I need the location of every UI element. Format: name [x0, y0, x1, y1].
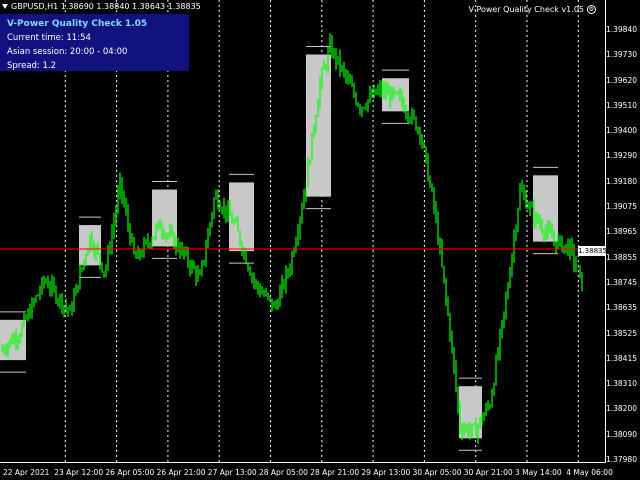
price-tick-label: 1.38090 — [605, 429, 637, 439]
time-tick-label: 29 Apr 13:00 — [361, 468, 411, 477]
time-tick-label: 23 Apr 12:00 — [54, 468, 104, 477]
price-tick-label: 1.38635 — [605, 303, 637, 313]
price-tick-label: 1.39075 — [605, 202, 637, 212]
symbol-header[interactable]: GBPUSD,H1 1.38690 1.38840 1.38643 1.3883… — [2, 2, 201, 11]
session-box — [306, 54, 331, 197]
session-info: Asian session: 20:00 - 04:00 — [7, 47, 128, 57]
indicator-name: V-Power Quality Check v1.05 ⚙ — [469, 5, 596, 14]
price-tick-label: 1.38415 — [605, 353, 637, 363]
time-tick-label: 27 Apr 13:00 — [207, 468, 257, 477]
info-panel: V-Power Quality Check 1.05 Current time:… — [0, 14, 189, 71]
time-tick-label: 4 May 06:00 — [566, 468, 613, 477]
current-time: Current time: 11:54 — [7, 33, 91, 43]
time-tick-label: 28 Apr 21:00 — [310, 468, 360, 477]
dropdown-triangle-icon[interactable] — [2, 4, 8, 9]
time-tick-label: 28 Apr 05:00 — [259, 468, 308, 477]
price-tick-label: 1.39180 — [605, 176, 637, 186]
price-tick-label: 1.39400 — [605, 126, 637, 136]
session-boxes — [0, 45, 558, 451]
price-tick-label: 1.39620 — [605, 75, 637, 85]
time-tick-label: 22 Apr 2021 — [3, 468, 50, 477]
session-box — [229, 182, 254, 252]
price-tick-label: 1.38855 — [605, 252, 637, 262]
price-tick-label: 1.39730 — [605, 50, 637, 60]
time-tick-label: 26 Apr 05:00 — [105, 468, 155, 477]
price-tick-label: 1.37980 — [605, 455, 637, 464]
price-tick-label: 1.39510 — [605, 100, 637, 110]
indicator-label: V-Power Quality Check v1.05 — [468, 5, 584, 14]
current-price-label: 1.38835 — [578, 246, 607, 256]
price-tick-label: 1.38310 — [605, 379, 637, 389]
time-tick-label: 30 Apr 21:00 — [463, 468, 513, 477]
panel-title: V-Power Quality Check 1.05 — [7, 19, 148, 29]
symbol-text: GBPUSD,H1 1.38690 1.38840 1.38643 1.3883… — [11, 2, 201, 11]
price-tick-label: 1.38200 — [605, 404, 637, 414]
gear-icon[interactable]: ⚙ — [587, 5, 596, 14]
price-tick-label: 1.39840 — [605, 25, 637, 34]
price-tick-label: 1.38965 — [605, 227, 637, 237]
price-tick-label: 1.38745 — [605, 277, 637, 287]
time-tick-label: 26 Apr 21:00 — [156, 468, 206, 477]
time-tick-label: 3 May 14:00 — [515, 468, 562, 477]
price-tick-label: 1.38525 — [605, 328, 637, 338]
time-tick-label: 30 Apr 05:00 — [412, 468, 462, 477]
price-tick-label: 1.39290 — [605, 151, 637, 161]
spread-info: Spread: 1.2 — [7, 61, 57, 71]
